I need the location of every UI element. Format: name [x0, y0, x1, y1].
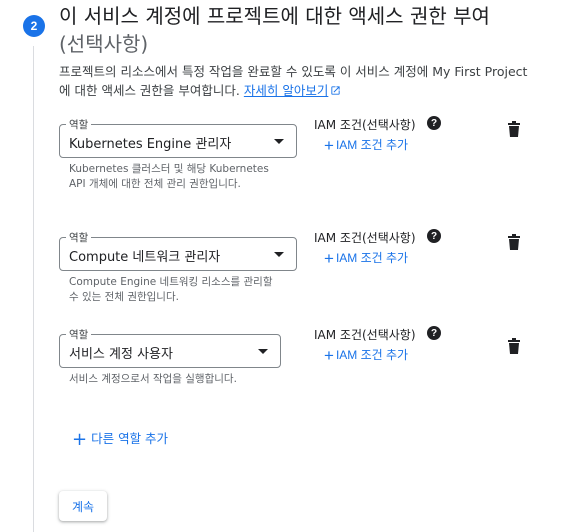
chevron-down-icon: [274, 252, 284, 257]
plus-icon: +: [324, 346, 334, 365]
add-iam-condition-label: IAM 조건 추가: [335, 251, 409, 265]
add-another-role-button[interactable]: + 다른 역할 추가: [72, 428, 168, 450]
chevron-down-icon: [274, 139, 284, 144]
external-link-icon[interactable]: [330, 85, 341, 96]
add-iam-condition-button[interactable]: + IAM 조건 추가: [324, 249, 408, 269]
trash-icon[interactable]: [507, 234, 521, 250]
role-hint: 서비스 계정으로서 작업을 실행합니다.: [69, 373, 237, 385]
role-select-value: Kubernetes Engine 관리자: [69, 137, 232, 152]
role-select-value: 서비스 계정 사용자: [69, 347, 173, 362]
plus-icon: +: [324, 136, 334, 155]
trash-icon[interactable]: [507, 338, 521, 354]
role-select-value: Compute 네트워크 관리자: [69, 250, 221, 265]
plus-icon: +: [72, 429, 88, 450]
iam-condition-label: IAM 조건(선택사항): [314, 328, 416, 342]
role-hint: Compute Engine 네트워킹 리소스를 관리할 수 있는 전체 권한입…: [69, 276, 273, 303]
add-iam-condition-label: IAM 조건 추가: [335, 138, 409, 152]
step-title-text: 이 서비스 계정에 프로젝트에 대한 액세스 권한 부여: [59, 4, 490, 28]
step-title-optional: (선택사항): [59, 32, 149, 56]
continue-button[interactable]: 계속: [59, 491, 107, 521]
iam-condition-label: IAM 조건(선택사항): [314, 118, 416, 132]
add-iam-condition-button[interactable]: + IAM 조건 추가: [324, 346, 408, 366]
step-title: 이 서비스 계정에 프로젝트에 대한 액세스 권한 부여 (선택사항): [59, 2, 559, 58]
iam-condition-label: IAM 조건(선택사항): [314, 231, 416, 245]
learn-more-link[interactable]: 자세히 알아보기: [244, 83, 328, 98]
trash-icon[interactable]: [507, 121, 521, 137]
add-iam-condition-button[interactable]: + IAM 조건 추가: [324, 136, 408, 156]
add-another-role-label: 다른 역할 추가: [91, 431, 169, 446]
role-select-2[interactable]: 역할 Compute 네트워크 관리자: [59, 230, 297, 271]
step-connector-line: [33, 46, 34, 532]
chevron-down-icon: [258, 349, 268, 354]
role-select-3[interactable]: 역할 서비스 계정 사용자: [59, 327, 281, 368]
role-select-label: 역할: [66, 327, 92, 342]
role-select-label: 역할: [66, 117, 92, 132]
plus-icon: +: [324, 249, 334, 268]
step-number-badge: 2: [23, 15, 45, 37]
role-select-1[interactable]: 역할 Kubernetes Engine 관리자: [59, 117, 297, 158]
role-select-label: 역할: [66, 230, 92, 245]
help-icon[interactable]: ?: [427, 229, 441, 243]
role-hint: Kubernetes 클러스터 및 해당 Kubernetes API 개체에 …: [69, 163, 269, 190]
help-icon[interactable]: ?: [427, 116, 441, 130]
help-icon[interactable]: ?: [427, 326, 441, 340]
add-iam-condition-label: IAM 조건 추가: [335, 348, 409, 362]
step-description: 프로젝트의 리소스에서 특정 작업을 완료할 수 있도록 이 서비스 계정에 M…: [59, 62, 529, 100]
learn-more-label: 자세히 알아보기: [243, 83, 329, 98]
